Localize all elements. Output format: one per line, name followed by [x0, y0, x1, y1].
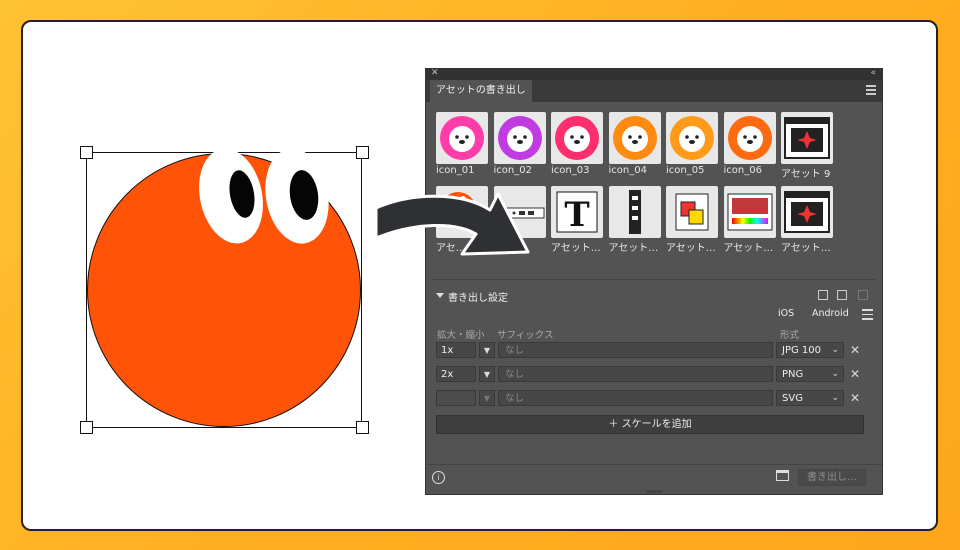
- col-format-header: 形式: [780, 330, 800, 341]
- collapse-icon[interactable]: «: [870, 68, 876, 78]
- color-swatch-icon: [666, 186, 718, 238]
- export-settings-header[interactable]: 書き出し設定: [426, 287, 882, 305]
- asset-label: アセット…: [781, 243, 831, 254]
- color-picker-icon: [723, 186, 776, 238]
- android-button[interactable]: Android: [812, 308, 849, 319]
- curved-arrow-icon: [374, 192, 530, 256]
- export-window-icon[interactable]: [776, 470, 789, 481]
- chevron-down-icon[interactable]: ▼: [479, 390, 495, 406]
- info-icon[interactable]: i: [432, 471, 445, 484]
- remove-row-icon[interactable]: ✕: [850, 342, 860, 358]
- tab-asset-export[interactable]: アセットの書き出し: [430, 80, 532, 102]
- resize-handle-top-right[interactable]: [356, 146, 369, 159]
- lion-icon: [608, 112, 661, 164]
- window-icon: [781, 186, 833, 238]
- asset-thumbnail[interactable]: icon_03: [551, 112, 603, 176]
- disclosure-triangle-icon[interactable]: [436, 293, 444, 298]
- panel-tab-bar: アセットの書き出し: [426, 80, 882, 102]
- asset-label: アセット…: [551, 243, 601, 254]
- remove-row-icon[interactable]: ✕: [850, 390, 860, 406]
- suffix-field[interactable]: なし: [498, 342, 773, 358]
- resize-handle-top-left[interactable]: [80, 146, 93, 159]
- asset-thumbnail[interactable]: icon_06: [723, 112, 776, 176]
- asset-thumbnail[interactable]: icon_02: [493, 112, 546, 176]
- export-settings-title: 書き出し設定: [448, 293, 508, 304]
- asset-thumbnail[interactable]: アセット…: [723, 186, 776, 254]
- export-button[interactable]: 書き出し…: [798, 469, 866, 486]
- asset-label: icon_03: [551, 165, 590, 176]
- format-select[interactable]: SVG ⌄: [776, 390, 844, 406]
- tool-panel-icon: [608, 186, 661, 238]
- resize-handle-bottom-right[interactable]: [356, 421, 369, 434]
- window-icon: [781, 112, 833, 164]
- svg-text:T: T: [564, 195, 589, 235]
- col-scale-header: 拡大・縮小: [437, 330, 485, 341]
- panel-titlebar: ✕ «: [426, 68, 882, 80]
- asset-label: アセット…: [723, 243, 774, 254]
- chevron-down-icon: ⌄: [831, 345, 839, 355]
- duplicate-icon[interactable]: [837, 290, 847, 300]
- chevron-down-icon: ⌄: [831, 393, 839, 403]
- asset-thumbnail[interactable]: T アセット…: [551, 186, 603, 254]
- bear-icon: [493, 112, 546, 164]
- add-asset-icon[interactable]: [818, 290, 828, 300]
- scale-field[interactable]: [436, 390, 476, 406]
- format-select[interactable]: JPG 100 ⌄: [776, 342, 844, 358]
- lion-icon: [723, 112, 776, 164]
- asset-thumbnail[interactable]: アセット…: [666, 186, 718, 254]
- lion-icon: [551, 112, 603, 164]
- asset-thumbnail[interactable]: icon_01: [436, 112, 488, 176]
- asset-thumbnail[interactable]: アセット 9: [781, 112, 833, 180]
- asset-label: icon_06: [723, 165, 762, 176]
- asset-label: アセット…: [666, 243, 716, 254]
- chevron-down-icon[interactable]: ▼: [479, 342, 495, 358]
- panel-footer: i 書き出し…: [426, 464, 882, 495]
- asset-label: icon_05: [666, 165, 705, 176]
- chevron-down-icon: ⌄: [831, 369, 839, 379]
- panel-menu-icon[interactable]: [866, 85, 876, 95]
- resize-grip[interactable]: [646, 490, 662, 493]
- format-value: JPG 100: [782, 345, 821, 356]
- ios-button[interactable]: iOS: [778, 308, 794, 319]
- close-icon[interactable]: ✕: [431, 68, 439, 78]
- col-suffix-header: サフィックス: [497, 330, 554, 341]
- asset-label: icon_04: [608, 165, 647, 176]
- list-view-icon[interactable]: [862, 309, 873, 320]
- scale-field[interactable]: 2x: [436, 366, 476, 382]
- asset-thumbnail[interactable]: アセット…: [608, 186, 661, 254]
- chevron-down-icon[interactable]: ▼: [479, 366, 495, 382]
- lion-icon: [436, 112, 488, 164]
- format-value: PNG: [782, 369, 804, 380]
- trash-icon[interactable]: [858, 290, 868, 300]
- scale-field[interactable]: 1x: [436, 342, 476, 358]
- lion-icon: [666, 112, 718, 164]
- add-scale-button[interactable]: ＋ スケールを追加: [436, 415, 864, 434]
- asset-thumbnail[interactable]: icon_05: [666, 112, 718, 176]
- resize-handle-bottom-left[interactable]: [80, 421, 93, 434]
- suffix-field[interactable]: なし: [498, 390, 773, 406]
- format-value: SVG: [782, 393, 803, 404]
- remove-row-icon[interactable]: ✕: [850, 366, 860, 382]
- asset-thumbnail[interactable]: icon_04: [608, 112, 661, 176]
- asset-label: アセット…: [608, 243, 659, 254]
- format-select[interactable]: PNG ⌄: [776, 366, 844, 382]
- asset-thumbnail[interactable]: アセット…: [781, 186, 833, 254]
- text-tool-icon: T: [551, 186, 603, 238]
- suffix-field[interactable]: なし: [498, 366, 773, 382]
- asset-label: アセット 9: [781, 169, 831, 180]
- asset-export-panel: ✕ « アセットの書き出し icon_01 icon_02 icon_03 icon_…: [426, 68, 882, 495]
